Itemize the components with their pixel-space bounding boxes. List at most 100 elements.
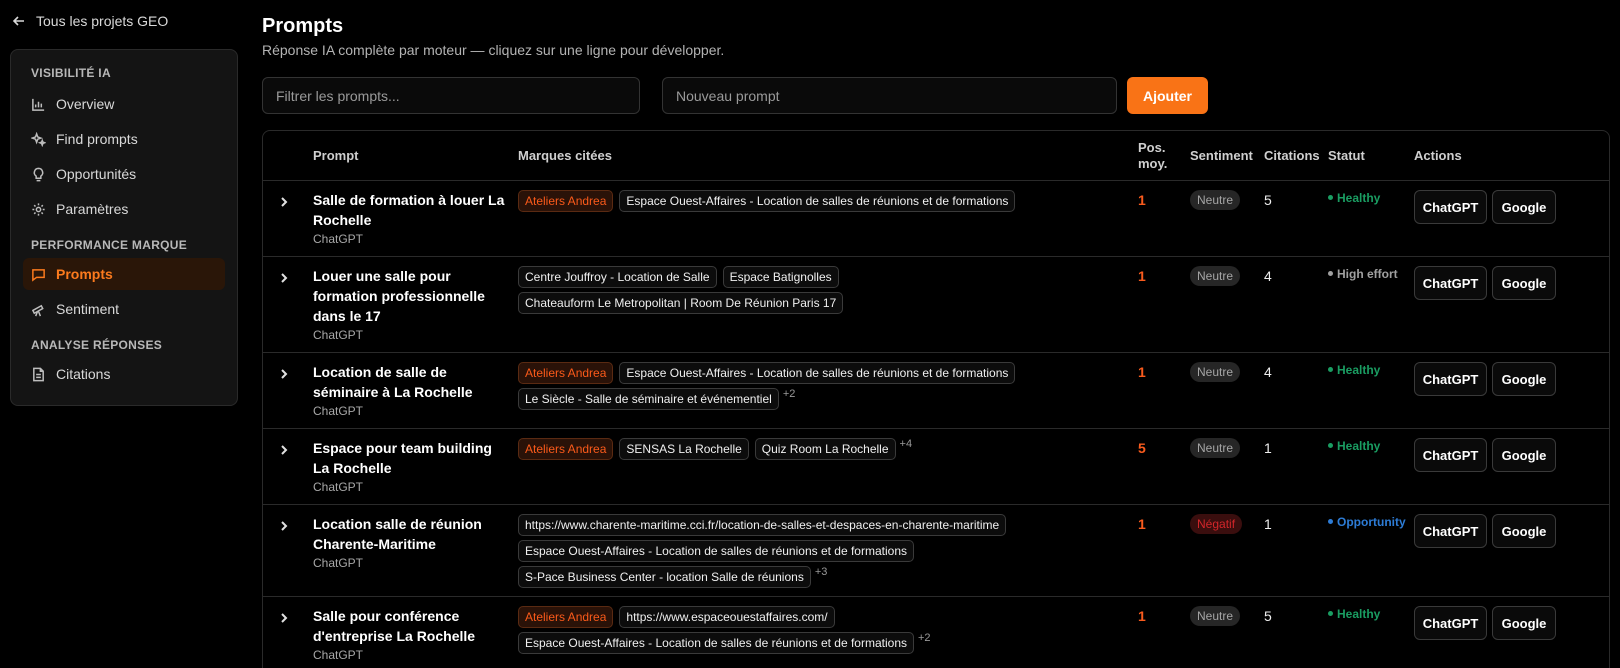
sentiment-badge: Neutre [1190,606,1241,626]
col-actions-header: Actions [1414,148,1462,163]
telescope-icon [31,304,44,316]
chatgpt-button[interactable]: ChatGPT [1414,438,1487,472]
page-title: Prompts [262,15,344,37]
brand-chip: Quiz Room La Rochelle [754,438,896,460]
sidebar-item-overview[interactable]: Overview [23,88,225,120]
cited-brands: Ateliers Andrea https://www.espaceouestaf… [518,606,1128,654]
chevron-right-icon[interactable] [278,195,290,207]
sentiment-badge: Neutre [1190,190,1241,210]
chevron-right-icon[interactable] [278,443,290,455]
status-dot [1328,195,1333,200]
status-dot [1328,519,1333,524]
col-status-header: Statut [1328,148,1365,163]
google-button[interactable]: Google [1492,514,1556,548]
status-label: Healthy [1337,607,1381,621]
prompt-text: Location salle de réunion Charente-Marit… [313,516,482,552]
brand-chip: S-Pace Business Center - location Salle … [518,566,811,588]
sidebar-item-prompts[interactable]: Prompts [23,258,225,290]
prompts-table: Prompt Marques citées Pos. moy. Sentimen… [262,130,1610,668]
google-button[interactable]: Google [1492,606,1556,640]
table-row[interactable]: Salle de formation à louer La Rochelle Ch… [263,181,1609,257]
sidebar-item-label: Paramètres [56,201,129,217]
google-button[interactable]: Google [1492,266,1556,300]
cited-brands: https://www.charente-maritime.cci.fr/loc… [518,514,1128,588]
sidebar-item-parametres[interactable]: Paramètres [23,193,225,225]
citations-count: 5 [1264,192,1272,208]
brand-chip: Espace Batignolles [722,266,839,288]
chevron-right-icon[interactable] [278,519,290,531]
sidebar-item-opportunites[interactable]: Opportunités [23,158,225,190]
chevron-right-icon[interactable] [278,271,290,283]
prompt-engine: ChatGPT [313,480,364,494]
brand-chip: Espace Ouest-Affaires - Location de sall… [518,540,914,562]
sentiment-badge: Négatif [1190,514,1243,534]
avg-position: 1 [1138,192,1146,208]
status-dot [1328,367,1333,372]
brand-chip: Le Siècle - Salle de séminaire et événem… [518,388,779,410]
more-brands-count: +2 [918,632,931,644]
table-row[interactable]: Espace pour team building La Rochelle Cha… [263,429,1609,505]
google-button[interactable]: Google [1492,438,1556,472]
table-row[interactable]: Louer une salle pour formation professio… [263,257,1609,353]
status-badge: High effort [1328,267,1406,282]
sidebar-item-label: Find prompts [56,131,138,147]
google-button[interactable]: Google [1492,362,1556,396]
citations-count: 1 [1264,516,1272,532]
google-button[interactable]: Google [1492,190,1556,224]
brand-chip: https://www.charente-maritime.cci.fr/loc… [518,514,1007,536]
add-prompt-button[interactable]: Ajouter [1127,77,1208,114]
brand-chip: Ateliers Andrea [518,190,614,212]
status-label: Healthy [1337,363,1381,377]
prompt-engine: ChatGPT [313,648,364,662]
back-to-projects-link[interactable]: Tous les projets GEO [12,13,168,29]
table-row[interactable]: Location de salle de séminaire à La Roch… [263,353,1609,429]
cited-brands: Ateliers Andrea SENSAS La Rochelle Quiz Ro… [518,438,1128,460]
table-row[interactable]: Location salle de réunion Charente-Marit… [263,505,1609,597]
chevron-right-icon[interactable] [278,611,290,623]
lightbulb-icon [33,167,44,181]
chatgpt-button[interactable]: ChatGPT [1414,514,1487,548]
sidebar-item-label: Opportunités [56,166,137,182]
status-dot [1328,611,1333,616]
citations-count: 4 [1264,268,1272,284]
brand-chip: Centre Jouffroy - Location de Salle [518,266,717,288]
chatgpt-button[interactable]: ChatGPT [1414,606,1487,640]
col-citations-header: Citations [1264,148,1320,163]
prompt-engine: ChatGPT [313,404,364,418]
chatgpt-button[interactable]: ChatGPT [1414,190,1487,224]
bar-chart-icon [32,98,45,111]
prompt-text: Espace pour team building La Rochelle [313,440,492,476]
arrow-left-icon [12,16,24,26]
chatgpt-button[interactable]: ChatGPT [1414,362,1487,396]
sidebar-item-citations[interactable]: Citations [23,358,225,390]
sparkles-icon [31,131,46,147]
table-row[interactable]: Salle pour conférence d'entreprise La Ro… [263,597,1609,668]
prompt-text: Location de salle de séminaire à La Roch… [313,364,473,400]
gear-icon [32,202,45,216]
prompt-engine: ChatGPT [313,328,364,342]
section-title-visibilite: VISIBILITÉ IA [31,66,111,80]
citations-count: 4 [1264,364,1272,380]
sidebar-item-find-prompts[interactable]: Find prompts [23,123,225,155]
chatgpt-button[interactable]: ChatGPT [1414,266,1487,300]
sidebar-item-sentiment[interactable]: Sentiment [23,293,225,325]
chevron-right-icon[interactable] [278,367,290,379]
prompt-text: Louer une salle pour formation professio… [313,268,485,324]
more-brands-count: +4 [899,438,913,450]
prompt-text: Salle pour conférence d'entreprise La Ro… [313,608,476,644]
filter-prompts-input[interactable] [262,77,640,114]
section-title-performance: PERFORMANCE MARQUE [31,238,188,252]
status-label: High effort [1337,267,1398,281]
col-prompt-header: Prompt [313,148,359,163]
back-link-label: Tous les projets GEO [36,13,169,29]
table-body: Salle de formation à louer La Rochelle Ch… [263,181,1609,668]
avg-position: 5 [1138,440,1146,456]
brand-chip: Ateliers Andrea [518,362,614,384]
new-prompt-input[interactable] [662,77,1117,114]
citations-count: 5 [1264,608,1272,624]
more-brands-count: +3 [814,566,828,578]
avg-position: 1 [1138,364,1146,380]
file-text-icon [33,367,44,381]
brand-chip: Ateliers Andrea [518,438,614,460]
table-header: Prompt Marques citées Pos. moy. Sentimen… [263,131,1609,181]
